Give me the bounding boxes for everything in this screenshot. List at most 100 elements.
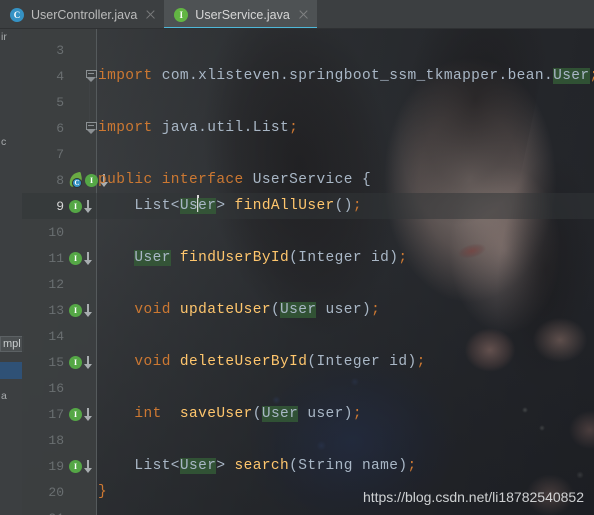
code-line[interactable]: 3	[22, 37, 594, 63]
code-line[interactable]: 10	[22, 219, 594, 245]
interface-impl-icon[interactable]: I	[68, 199, 83, 214]
line-number: 9	[56, 198, 64, 214]
line-number: 21	[22, 511, 64, 515]
code-token: updateUser	[179, 302, 271, 318]
arrow-down-icon[interactable]	[83, 355, 92, 370]
code-line[interactable]: 7	[22, 141, 594, 167]
code-token: UserService	[252, 172, 353, 188]
code-line[interactable]: 19 I List<User> search(String name);	[22, 453, 594, 479]
code-text[interactable]: int saveUser(User user);	[98, 401, 362, 427]
code-line[interactable]: 17 I int saveUser(User user);	[22, 401, 594, 427]
code-line[interactable]: 21	[22, 505, 594, 515]
code-line[interactable]: 11 I User findUserById(Integer id);	[22, 245, 594, 271]
code-token: User	[134, 250, 171, 266]
code-token: void	[98, 354, 180, 370]
code-line[interactable]: 18	[22, 427, 594, 453]
code-token: import	[98, 120, 162, 136]
code-line[interactable]: 13 I void updateUser(User user);	[22, 297, 594, 323]
gutter-icons[interactable]: I	[68, 401, 100, 427]
code-line[interactable]: 14	[22, 323, 594, 349]
code-token: ;	[371, 302, 381, 318]
interface-impl-icon[interactable]: I	[68, 459, 83, 474]
code-token: )	[389, 250, 399, 266]
arrow-down-icon[interactable]	[83, 459, 92, 474]
gutter-icons[interactable]: I	[68, 297, 100, 323]
editor-tab-bar[interactable]: C UserController.java I UserService.java	[0, 0, 594, 29]
editor-tab-0[interactable]: C UserController.java	[0, 0, 164, 29]
code-token: java.util.List	[161, 120, 290, 136]
code-line[interactable]: 15 I void deleteUserById(Integer id);	[22, 349, 594, 375]
line-number: 19	[48, 458, 64, 474]
code-fold-toggle[interactable]	[84, 63, 98, 89]
code-text[interactable]: public interface UserService {	[98, 167, 371, 193]
interface-impl-icon[interactable]: I	[68, 251, 83, 266]
code-fold-toggle[interactable]	[84, 115, 98, 141]
code-token: Integer id	[316, 354, 408, 370]
code-text[interactable]: List<User> findAllUser();	[98, 193, 362, 219]
implemented-by-gutter-marker[interactable]: I	[68, 355, 92, 370]
implemented-by-gutter-marker[interactable]: I	[68, 459, 92, 474]
line-number: 20	[48, 484, 64, 500]
code-text[interactable]: }	[98, 479, 107, 505]
code-line[interactable]: 5	[22, 89, 594, 115]
line-number: 7	[56, 146, 64, 162]
interface-impl-icon[interactable]: I	[68, 355, 83, 370]
code-token: List<	[98, 458, 180, 474]
spring-bean-icon[interactable]: C	[67, 171, 84, 188]
gutter-icons[interactable]: I	[68, 453, 100, 479]
code-text[interactable]: import com.xlisteven.springboot_ssm_tkma…	[98, 63, 594, 89]
java-class-icon: C	[10, 7, 24, 22]
code-token: >	[216, 198, 235, 214]
implemented-by-gutter-marker[interactable]: I	[68, 407, 92, 422]
gutter-icons[interactable]: I	[68, 245, 100, 271]
code-line[interactable]: 4 import com.xlisteven.springboot_ssm_tkm…	[22, 63, 594, 89]
java-interface-icon: I	[174, 7, 189, 22]
code-editor[interactable]: 3 4 import com.xlisteven.springboot_ssm_tk…	[22, 29, 594, 515]
line-number: 14	[48, 328, 64, 344]
code-line[interactable]: 9I List<User> findAllUser();	[22, 193, 594, 219]
implemented-by-gutter-marker[interactable]: I	[68, 251, 92, 266]
code-token: user	[298, 406, 344, 422]
close-icon[interactable]	[145, 9, 156, 20]
code-line[interactable]: 8 C Ipublic interface UserService {	[22, 167, 594, 193]
code-line[interactable]: 16	[22, 375, 594, 401]
code-text[interactable]: List<User> search(String name);	[98, 453, 417, 479]
code-line[interactable]: 6 import java.util.List;	[22, 115, 594, 141]
code-token: er	[198, 198, 217, 214]
close-icon[interactable]	[298, 9, 309, 20]
gutter-icons[interactable]: CI	[67, 167, 108, 193]
code-token: User	[553, 68, 590, 84]
interface-impl-icon[interactable]: I	[68, 303, 83, 318]
code-token: {	[352, 172, 372, 188]
code-line[interactable]: 12	[22, 271, 594, 297]
code-token: ;	[416, 354, 426, 370]
editor-tab-label: UserService.java	[195, 7, 290, 22]
idea-editor-window: mpl ir c a C UserController.java I UserServic…	[0, 0, 594, 515]
project-tree-fragment: ir	[1, 31, 7, 43]
gutter-icons[interactable]: I	[68, 193, 100, 219]
project-tool-window-edge[interactable]	[0, 29, 22, 515]
code-token: ;	[289, 120, 299, 136]
code-token: (	[270, 302, 281, 318]
line-number: 6	[56, 120, 64, 136]
editor-tab-1[interactable]: I UserService.java	[164, 0, 318, 29]
arrow-down-icon[interactable]	[83, 199, 92, 214]
code-text[interactable]: void deleteUserById(Integer id);	[98, 349, 426, 375]
code-text[interactable]: import java.util.List;	[98, 115, 298, 141]
gutter-icons[interactable]: I	[68, 349, 100, 375]
interface-impl-icon[interactable]: I	[68, 407, 83, 422]
arrow-down-icon[interactable]	[83, 303, 92, 318]
code-token: (	[289, 250, 299, 266]
arrow-down-icon[interactable]	[83, 407, 92, 422]
code-text[interactable]: User findUserById(Integer id);	[98, 245, 407, 271]
code-token: >	[216, 458, 235, 474]
implemented-by-gutter-marker[interactable]: I	[68, 303, 92, 318]
code-text[interactable]: void updateUser(User user);	[98, 297, 380, 323]
code-token: com.xlisteven.springboot_ssm_tkmapper.be…	[161, 68, 554, 84]
code-token: deleteUserById	[179, 354, 308, 370]
project-node-tooltip: mpl	[0, 336, 24, 352]
implemented-by-gutter-marker[interactable]: I	[68, 199, 92, 214]
arrow-down-icon[interactable]	[83, 251, 92, 266]
code-token: User	[179, 458, 217, 474]
interface-impl-icon[interactable]: I	[84, 173, 99, 188]
